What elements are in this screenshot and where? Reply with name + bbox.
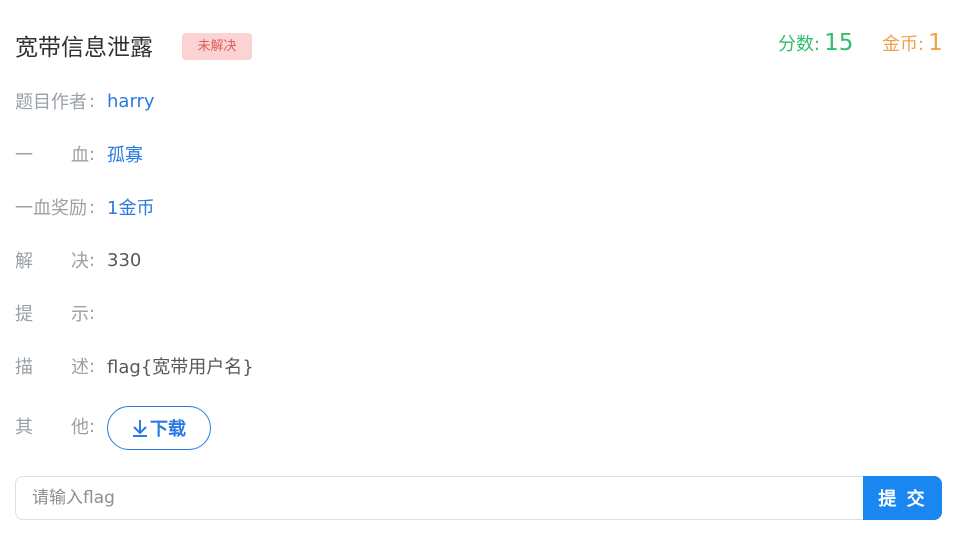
first-blood-label: 一 血: [15, 145, 89, 166]
description-colon: :: [89, 355, 96, 377]
first-blood-reward-value: 1金币: [107, 198, 155, 219]
first-blood-reward-label: 一血奖励: [15, 198, 87, 219]
description-value: flag{宽带用户名}: [107, 357, 254, 378]
solves-value: 330: [107, 249, 142, 271]
coin-display: 金币: 1: [882, 30, 943, 56]
author-colon: :: [89, 90, 96, 112]
description-row: 描 述 : flag{宽带用户名}: [15, 354, 254, 379]
description-label: 描 述: [15, 357, 89, 378]
score-value: 15: [824, 30, 854, 56]
author-row: 题目作者 : harry: [15, 89, 155, 114]
challenge-panel: 宽带信息泄露 未解决 分数: 15 金币: 1 题目作者 : harry 一 血 :…: [0, 0, 976, 550]
flag-input[interactable]: [15, 476, 863, 520]
solves-colon: :: [89, 249, 96, 271]
score-label: 分数:: [778, 34, 821, 55]
hint-label: 提 示: [15, 304, 89, 325]
download-button[interactable]: 下载: [107, 406, 211, 450]
download-arrow-icon: [133, 420, 147, 437]
submit-button[interactable]: 提 交: [863, 476, 942, 520]
solves-row: 解 决 : 330: [15, 248, 141, 273]
coin-label: 金币:: [882, 34, 925, 55]
first-blood-row: 一 血 : 孤寡: [15, 142, 143, 167]
first-blood-value[interactable]: 孤寡: [107, 141, 143, 167]
author-value[interactable]: harry: [107, 91, 155, 112]
first-blood-colon: :: [89, 143, 96, 165]
other-row: 其 他 :: [15, 414, 95, 439]
coin-value: 1: [928, 30, 943, 56]
status-badge: 未解决: [182, 33, 252, 60]
score-display: 分数: 15: [778, 30, 853, 56]
other-label: 其 他: [15, 417, 89, 438]
first-blood-reward-row: 一血奖励 : 1金币: [15, 195, 154, 220]
hint-colon: :: [89, 302, 96, 324]
first-blood-reward-colon: :: [89, 196, 96, 218]
other-colon: :: [89, 415, 96, 437]
hint-row: 提 示 :: [15, 301, 95, 326]
challenge-title: 宽带信息泄露: [15, 35, 153, 61]
author-label: 题目作者: [15, 92, 87, 113]
solves-label: 解 决: [15, 251, 89, 272]
download-label: 下载: [150, 419, 186, 439]
